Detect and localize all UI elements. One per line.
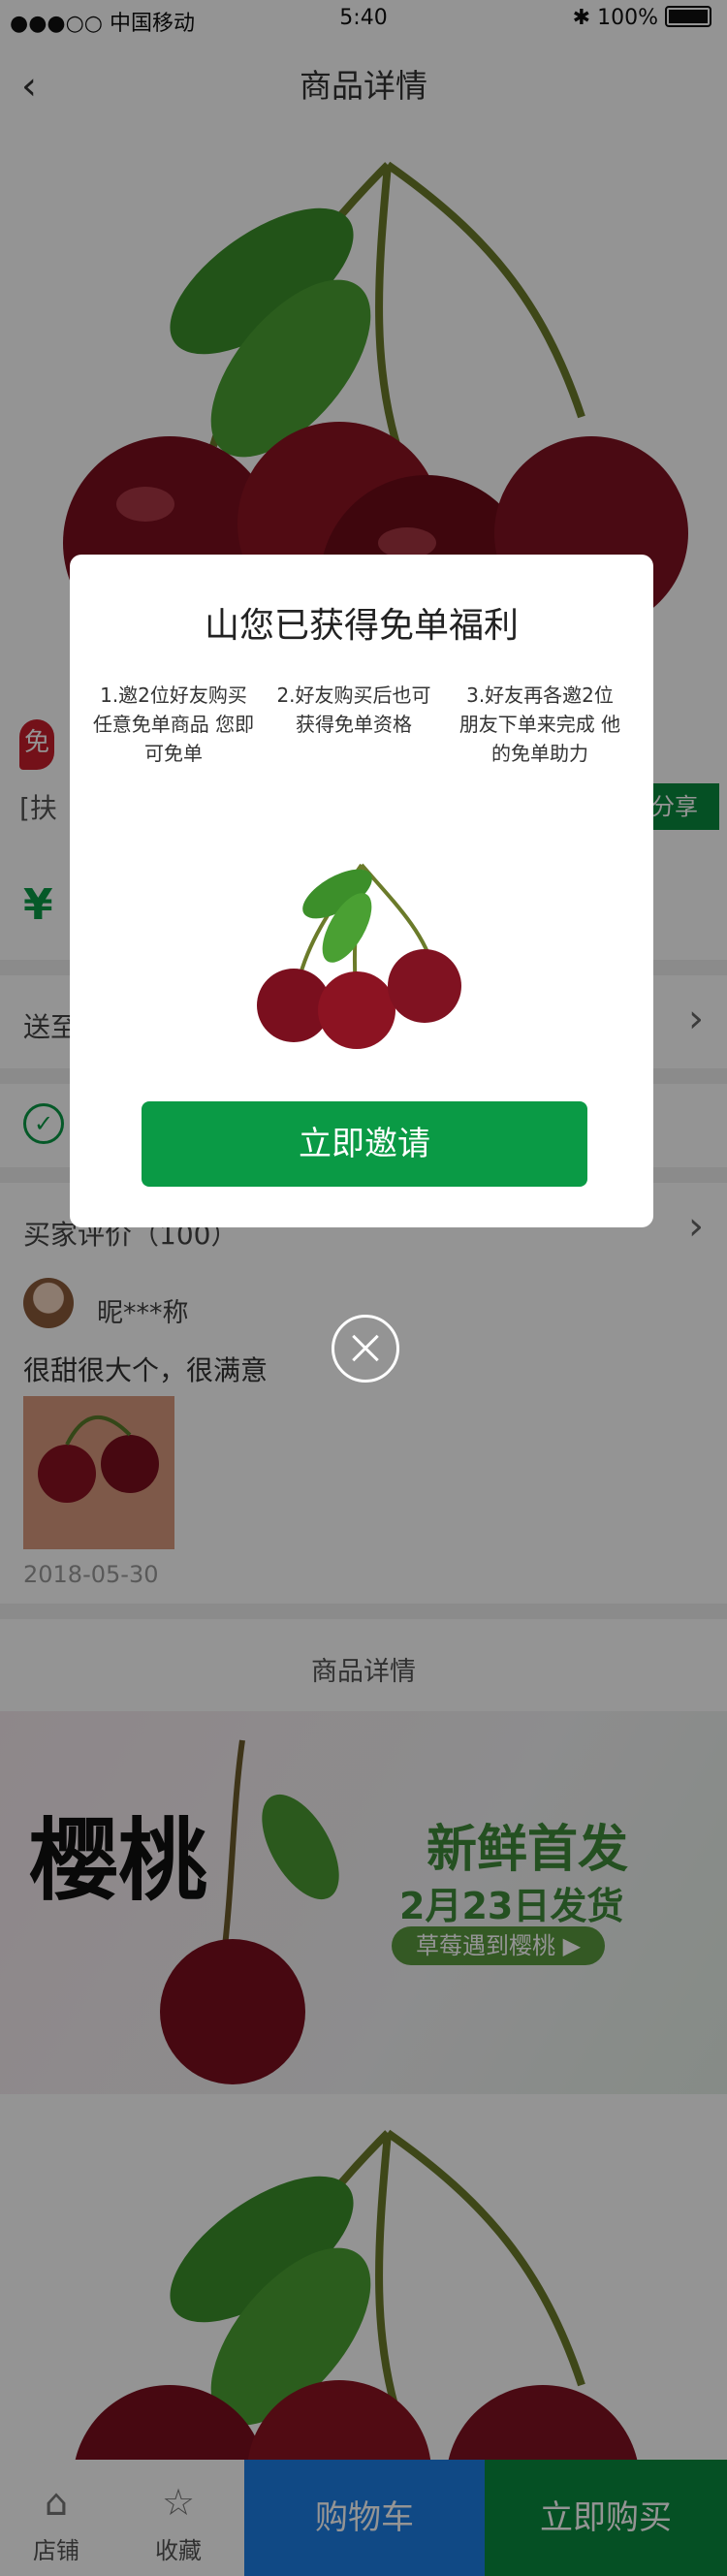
- close-icon[interactable]: [332, 1315, 399, 1383]
- modal-title: 山您已获得免单福利: [204, 606, 519, 646]
- invite-button[interactable]: 立即邀请: [142, 1101, 587, 1187]
- modal-step-1: 1.邀2位好友购买 任意免单商品 您即可免单: [92, 684, 255, 765]
- modal-step-3: 3.好友再各邀2位 朋友下单来完成 他的免单助力: [458, 684, 621, 765]
- modal-step-2: 2.好友购买后也可 获得免单资格: [276, 684, 431, 736]
- modal-overlay[interactable]: [0, 0, 727, 2576]
- modal-cherry-image: [257, 863, 461, 1049]
- free-order-modal: 山您已获得免单福利 1.邀2位好友购买 任意免单商品 您即可免单 2.好友购买后…: [70, 555, 653, 1227]
